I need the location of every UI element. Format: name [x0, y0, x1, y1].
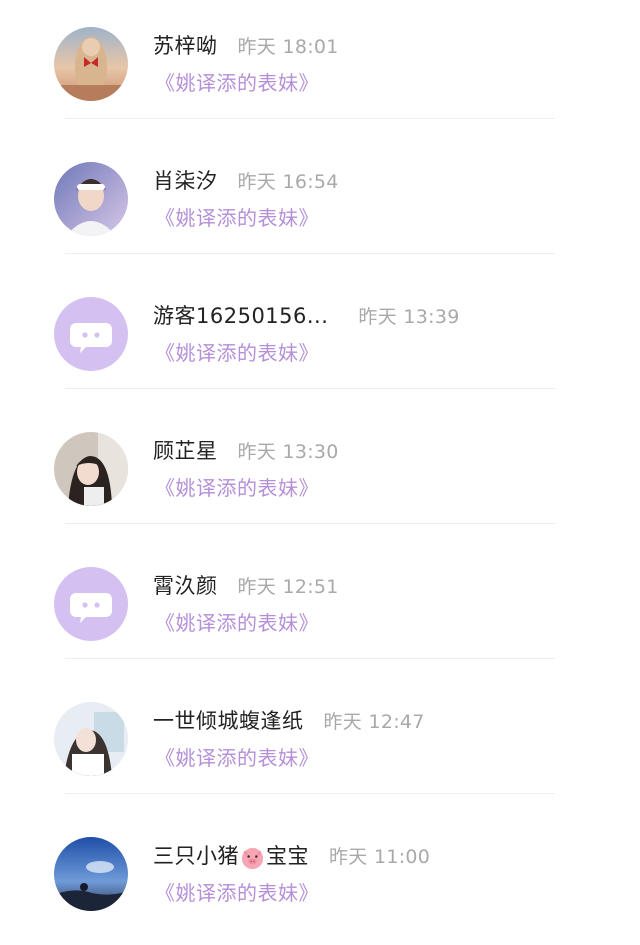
- comment-time: 昨天 13:39: [358, 305, 460, 328]
- user-avatar[interactable]: [54, 702, 128, 776]
- story-link[interactable]: 《姚译添的表妹》: [155, 607, 319, 636]
- divider: [65, 388, 555, 389]
- avatar-photo-icon: [54, 702, 128, 776]
- comment-row[interactable]: 顾芷星 昨天 13:30 《姚译添的表妹》: [0, 405, 640, 540]
- story-link[interactable]: 《姚译添的表妹》: [155, 472, 319, 501]
- username-part: 三只小猪: [153, 844, 239, 868]
- username[interactable]: 三只小猪 宝宝: [153, 840, 309, 870]
- comment-time: 昨天 13:30: [237, 440, 339, 463]
- comment-time: 昨天 12:47: [323, 710, 425, 733]
- username-part: 宝宝: [266, 844, 309, 868]
- user-avatar[interactable]: [54, 27, 128, 101]
- comment-row[interactable]: 三只小猪 宝宝 昨天 11:00 《姚译添的表妹》: [0, 810, 640, 945]
- comment-row[interactable]: 苏梓呦 昨天 18:01 《姚译添的表妹》: [0, 0, 640, 135]
- divider: [65, 118, 555, 119]
- comment-row[interactable]: 游客16250156... 昨天 13:39 《姚译添的表妹》: [0, 270, 640, 405]
- divider: [65, 253, 555, 254]
- avatar-photo-icon: [54, 432, 128, 506]
- username[interactable]: 游客16250156...: [153, 300, 328, 330]
- username[interactable]: 苏梓呦: [153, 30, 218, 60]
- comment-row[interactable]: 霄汣颜 昨天 12:51 《姚译添的表妹》: [0, 540, 640, 675]
- avatar-photo-icon: [54, 162, 128, 236]
- avatar-photo-icon: [54, 27, 128, 101]
- divider: [65, 793, 555, 794]
- username[interactable]: 一世倾城蝮逢纸: [153, 705, 304, 735]
- username[interactable]: 肖柒汐: [153, 165, 218, 195]
- story-link[interactable]: 《姚译添的表妹》: [155, 742, 319, 771]
- user-avatar[interactable]: [54, 297, 128, 371]
- user-avatar[interactable]: [54, 567, 128, 641]
- chat-bubble-avatar-icon: [54, 567, 128, 641]
- user-avatar[interactable]: [54, 432, 128, 506]
- divider: [65, 523, 555, 524]
- username[interactable]: 霄汣颜: [153, 570, 218, 600]
- story-link[interactable]: 《姚译添的表妹》: [155, 877, 319, 906]
- divider: [65, 658, 555, 659]
- story-link[interactable]: 《姚译添的表妹》: [155, 202, 319, 231]
- comment-time: 昨天 18:01: [237, 35, 339, 58]
- user-avatar[interactable]: [54, 837, 128, 911]
- story-link[interactable]: 《姚译添的表妹》: [155, 67, 319, 96]
- chat-bubble-avatar-icon: [54, 297, 128, 371]
- comment-time: 昨天 11:00: [329, 845, 431, 868]
- avatar-photo-icon: [54, 837, 128, 911]
- comment-time: 昨天 12:51: [237, 575, 339, 598]
- comment-row[interactable]: 肖柒汐 昨天 16:54 《姚译添的表妹》: [0, 135, 640, 270]
- username[interactable]: 顾芷星: [153, 435, 218, 465]
- comment-list: 苏梓呦 昨天 18:01 《姚译添的表妹》 肖柒汐 昨天 16:54 《姚译添的…: [0, 0, 640, 926]
- comment-row[interactable]: 一世倾城蝮逢纸 昨天 12:47 《姚译添的表妹》: [0, 675, 640, 810]
- story-link[interactable]: 《姚译添的表妹》: [155, 337, 319, 366]
- pig-face-icon: [241, 847, 264, 869]
- comment-time: 昨天 16:54: [237, 170, 339, 193]
- user-avatar[interactable]: [54, 162, 128, 236]
